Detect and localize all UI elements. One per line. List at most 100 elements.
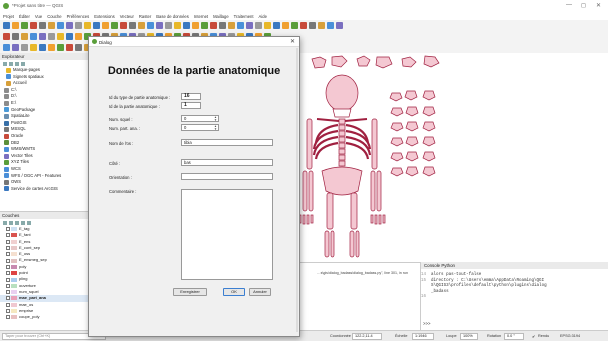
num-part-spinbox[interactable]: 0 ▲ ▼ <box>181 124 219 131</box>
toolbar-tool-icon[interactable] <box>120 22 127 29</box>
toolbar-tool-icon[interactable] <box>66 22 73 29</box>
toolbar-tool-icon[interactable] <box>57 44 64 51</box>
save-button[interactable]: Enregistrer <box>173 288 207 296</box>
menu-item-4[interactable]: Préférences <box>67 14 90 19</box>
toolbar-tool-icon[interactable] <box>93 22 100 29</box>
toolbar-tool-icon[interactable] <box>75 44 82 51</box>
scale-field[interactable]: 1:1946 <box>412 333 434 340</box>
toolbar-tool-icon[interactable] <box>228 22 235 29</box>
spin-arrows-icon[interactable]: ▲ ▼ <box>214 115 217 121</box>
toolbar-tool-icon[interactable] <box>138 22 145 29</box>
toolbar-tool-icon[interactable] <box>66 44 73 51</box>
toolbar-tool-icon[interactable] <box>165 22 172 29</box>
dialog-close-icon[interactable]: ✕ <box>290 38 295 45</box>
layer-visibility-checkbox[interactable] <box>6 315 10 320</box>
menu-item-2[interactable]: Vue <box>35 14 42 19</box>
toolbar-tool-icon[interactable] <box>48 44 55 51</box>
toolbar-tool-icon[interactable] <box>192 22 199 29</box>
layer-visibility-checkbox[interactable] <box>6 246 10 251</box>
toolbar-tool-icon[interactable] <box>48 33 55 40</box>
toolbar-tool-icon[interactable] <box>183 22 190 29</box>
menu-item-10[interactable]: Maillage <box>213 14 229 19</box>
toolbar-tool-icon[interactable] <box>21 33 28 40</box>
num-squel-spinbox[interactable]: 0 ▲ ▼ <box>181 115 219 122</box>
layer-style-icon[interactable] <box>3 220 7 225</box>
layer-visibility-checkbox[interactable] <box>6 271 10 276</box>
toolbar-tool-icon[interactable] <box>327 22 334 29</box>
collapse-icon[interactable] <box>15 61 19 66</box>
toolbar-tool-icon[interactable] <box>39 33 46 40</box>
toolbar-tool-icon[interactable] <box>3 22 10 29</box>
menu-item-1[interactable]: Éditer <box>19 14 30 19</box>
orientation-field[interactable] <box>181 173 273 180</box>
menu-item-12[interactable]: Aide <box>259 14 267 19</box>
layer-visibility-checkbox[interactable] <box>6 283 10 288</box>
toolbar-tool-icon[interactable] <box>21 44 28 51</box>
menu-item-11[interactable]: Traitement <box>234 14 254 19</box>
type-id-field[interactable]: 16 <box>181 93 201 100</box>
menu-item-6[interactable]: Vecteur <box>120 14 134 19</box>
spin-arrows-icon[interactable]: ▲ ▼ <box>214 124 217 130</box>
menu-item-9[interactable]: Internet <box>194 14 208 19</box>
part-id-field[interactable]: 1 <box>181 102 201 109</box>
toolbar-tool-icon[interactable] <box>84 22 91 29</box>
toolbar-tool-icon[interactable] <box>255 22 262 29</box>
toolbar-tool-icon[interactable] <box>12 22 19 29</box>
bone-name-field[interactable]: tibia <box>181 139 273 146</box>
cancel-button[interactable]: Annuler <box>249 288 271 296</box>
filter-icon[interactable] <box>9 61 13 66</box>
magnifier-field[interactable]: 100% <box>460 333 478 340</box>
toolbar-tool-icon[interactable] <box>48 22 55 29</box>
menu-item-5[interactable]: Extensions <box>94 14 114 19</box>
toolbar-tool-icon[interactable] <box>129 22 136 29</box>
toolbar-tool-icon[interactable] <box>147 22 154 29</box>
menu-item-0[interactable]: Projet <box>3 14 14 19</box>
toolbar-tool-icon[interactable] <box>75 22 82 29</box>
layer-visibility-checkbox[interactable] <box>6 309 10 313</box>
coordinate-field[interactable]: 122.2,11.4 <box>352 333 382 340</box>
dialog-scrollbar[interactable] <box>296 48 298 332</box>
toolbar-tool-icon[interactable] <box>57 22 64 29</box>
side-field[interactable]: bas <box>181 159 273 166</box>
toolbar-tool-icon[interactable] <box>174 22 181 29</box>
render-checkbox[interactable]: ✔ <box>532 334 535 339</box>
menu-item-3[interactable]: Couche <box>47 14 61 19</box>
toolbar-tool-icon[interactable] <box>300 22 307 29</box>
toolbar-tool-icon[interactable] <box>219 22 226 29</box>
maximize-icon[interactable]: ◻ <box>581 2 586 9</box>
toolbar-tool-icon[interactable] <box>30 44 37 51</box>
refresh-icon[interactable] <box>3 61 7 66</box>
toolbar-tool-icon[interactable] <box>3 33 10 40</box>
toolbar-tool-icon[interactable] <box>12 44 19 51</box>
enable-properties-icon[interactable] <box>21 61 25 66</box>
toolbar-tool-icon[interactable] <box>273 22 280 29</box>
layer-visibility-checkbox[interactable] <box>6 277 10 282</box>
toolbar-tool-icon[interactable] <box>3 44 10 51</box>
layer-visibility-checkbox[interactable] <box>6 227 10 232</box>
layer-visibility-checkbox[interactable] <box>6 233 10 238</box>
toolbar-tool-icon[interactable] <box>210 22 217 29</box>
expand-all-icon[interactable] <box>21 220 25 225</box>
menu-item-8[interactable]: Base de données <box>156 14 189 19</box>
rotation-field[interactable]: 0.0 ° <box>504 333 524 340</box>
toolbar-tool-icon[interactable] <box>156 22 163 29</box>
toolbar-tool-icon[interactable] <box>30 33 37 40</box>
toolbar-tool-icon[interactable] <box>318 22 325 29</box>
ok-button[interactable]: OK <box>223 288 245 296</box>
toolbar-tool-icon[interactable] <box>111 22 118 29</box>
toolbar-tool-icon[interactable] <box>39 44 46 51</box>
toolbar-tool-icon[interactable] <box>201 22 208 29</box>
toolbar-tool-icon[interactable] <box>282 22 289 29</box>
layer-visibility-checkbox[interactable] <box>6 252 10 257</box>
toolbar-tool-icon[interactable] <box>30 22 37 29</box>
console-prompt[interactable]: >>> <box>421 323 431 329</box>
menu-item-7[interactable]: Raster <box>139 14 151 19</box>
layer-visibility-checkbox[interactable] <box>6 239 10 244</box>
toolbar-tool-icon[interactable] <box>75 33 82 40</box>
toolbar-tool-icon[interactable] <box>309 22 316 29</box>
minimize-icon[interactable]: — <box>566 2 572 8</box>
comment-textarea[interactable] <box>181 189 273 280</box>
filter-legend-icon[interactable] <box>15 220 19 225</box>
layer-visibility-checkbox[interactable] <box>6 296 10 301</box>
toolbar-tool-icon[interactable] <box>237 22 244 29</box>
